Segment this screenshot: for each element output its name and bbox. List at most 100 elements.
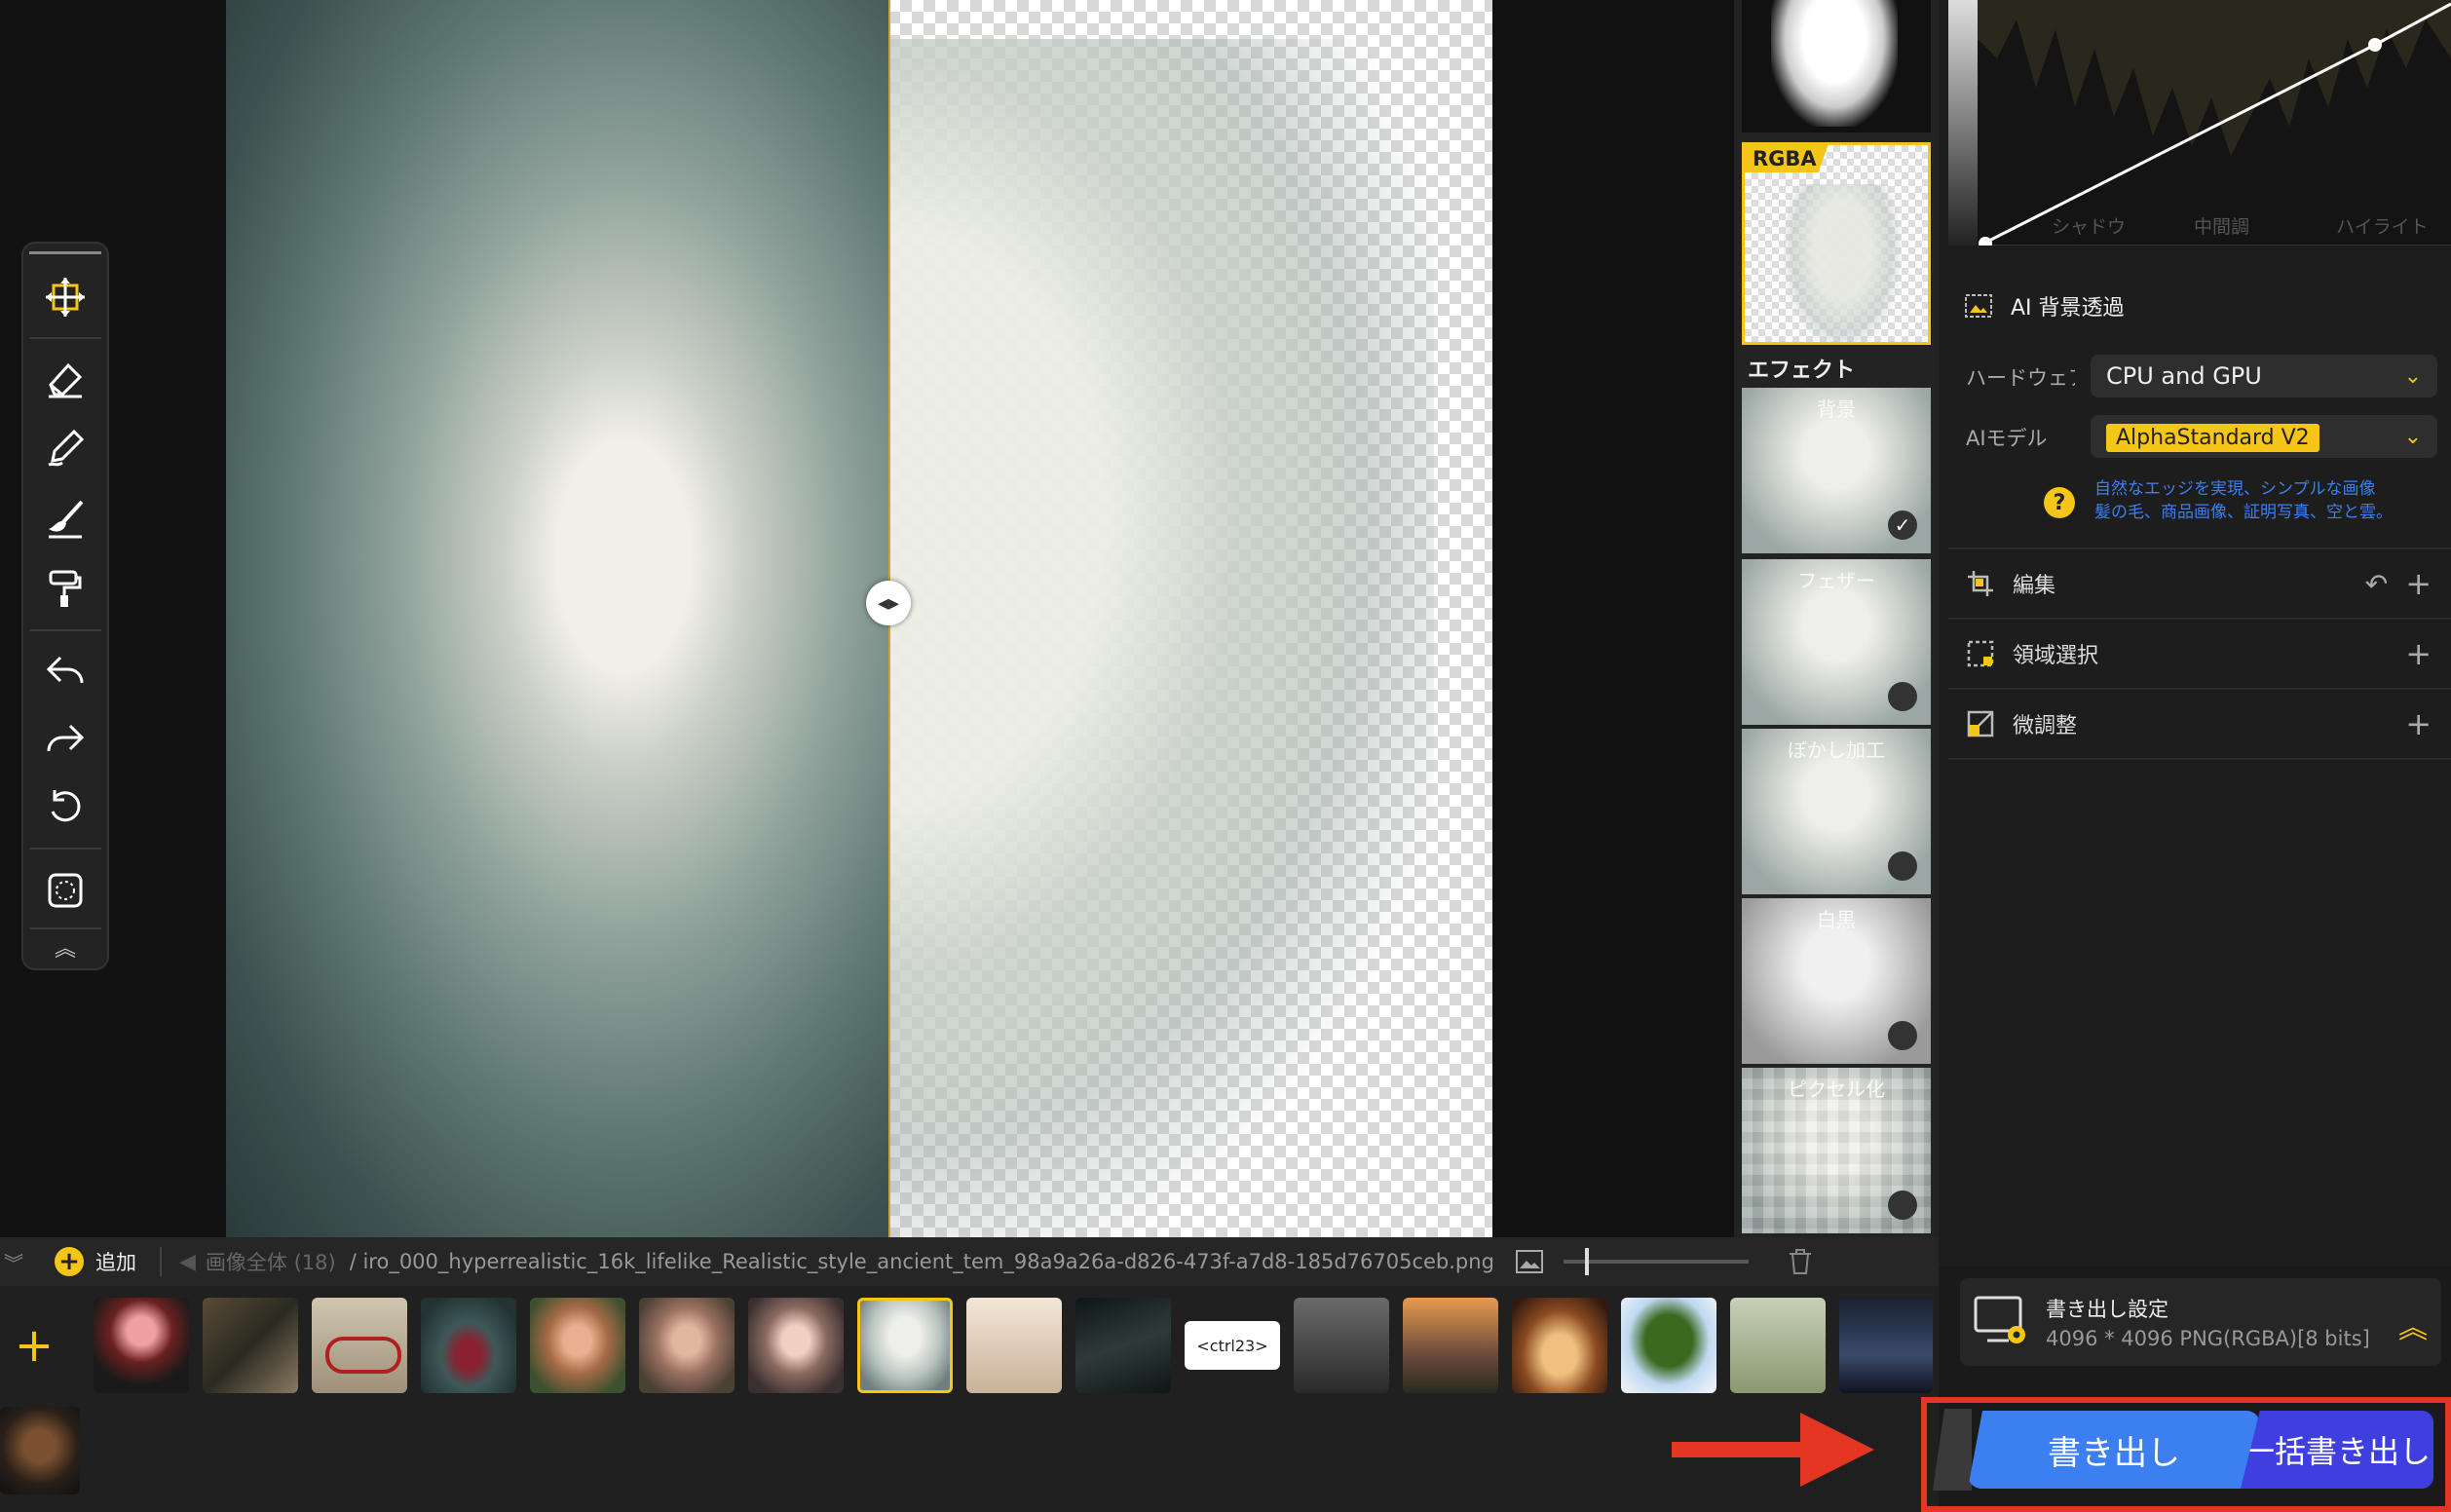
tone-curve-editor[interactable]: シャドウ 中間調 ハイライト	[1948, 0, 2451, 246]
undo-icon[interactable]: ↶	[2365, 568, 2388, 600]
ai-model-select[interactable]: AlphaStandard V2 ⌄	[2091, 415, 2437, 458]
section-region-select[interactable]: 領域選択 +	[1948, 618, 2451, 688]
film-thumb[interactable]	[1621, 1298, 1716, 1393]
collapse-toolbar-button[interactable]: ︽	[23, 929, 107, 964]
export-button-label: 書き出し	[2048, 1433, 2180, 1473]
ctrl-thumb-label: <ctrl23>	[1196, 1336, 1268, 1355]
frame-icon	[48, 873, 83, 908]
effect-label: 背景	[1817, 397, 1856, 421]
filmstrip: + <ctrl23>	[0, 1286, 1939, 1512]
file-path: / iro_000_hyperrealistic_16k_lifelike_Re…	[349, 1250, 1494, 1273]
help-icon[interactable]: ?	[2044, 487, 2075, 518]
rgba-badge: RGBA	[1745, 145, 1829, 172]
section-edit[interactable]: 編集 ↶ +	[1948, 548, 2451, 618]
effects-label: エフェクト	[1748, 359, 1856, 383]
film-thumb[interactable]: <ctrl23>	[1185, 1321, 1280, 1370]
image-preview[interactable]	[226, 0, 1492, 1237]
cutout-figure	[888, 39, 1434, 1237]
double-chevron-up-icon[interactable]: ︽	[2398, 1304, 2428, 1346]
ai-background-section-header[interactable]: AI 背景透過	[1948, 283, 2451, 329]
batch-export-button[interactable]: 一括書き出し	[2241, 1411, 2433, 1489]
double-chevron-up-icon: ︽	[54, 937, 76, 962]
curve-gradient-bar	[1948, 0, 1978, 246]
add-icon[interactable]: +	[2405, 635, 2432, 672]
add-button-label[interactable]: 追加	[95, 1247, 136, 1276]
film-thumb[interactable]	[94, 1298, 189, 1393]
model-hint-line2: 髪の毛、商品画像、証明写真、空と雲。	[2094, 503, 2393, 522]
effect-pixelate[interactable]: ピクセル化	[1742, 1068, 1931, 1233]
effect-feather[interactable]: フェザー	[1742, 559, 1931, 725]
hardware-select[interactable]: CPU and GPU ⌄	[2091, 355, 2437, 397]
paint-roller-tool[interactable]	[23, 559, 107, 618]
reset-icon	[51, 790, 81, 822]
image-size-icon[interactable]	[1515, 1249, 1544, 1274]
smart-brush-tool[interactable]	[23, 489, 107, 548]
curve-label-highlight: ハイライト	[2336, 216, 2429, 238]
compare-handle[interactable]: ◂▸	[866, 581, 911, 625]
film-thumb[interactable]	[748, 1298, 844, 1393]
redo-button[interactable]	[23, 709, 107, 768]
rgba-thumbnail[interactable]: RGBA	[1742, 142, 1931, 345]
curve-label-midtone: 中間調	[2194, 216, 2250, 238]
ai-model-label: AIモデル	[1966, 427, 2048, 450]
export-settings-value: 4096 * 4096 PNG(RGBA)[8 bits]	[2046, 1327, 2370, 1350]
paint-roller-icon	[49, 570, 82, 607]
slider-handle[interactable]	[1584, 1248, 1589, 1275]
export-button[interactable]: 書き出し	[1968, 1411, 2260, 1489]
brush-tool[interactable]	[23, 419, 107, 477]
batch-export-button-label: 一括書き出し	[2243, 1433, 2431, 1470]
section-label: 編集	[2013, 574, 2056, 598]
film-thumb[interactable]	[1730, 1298, 1826, 1393]
check-icon: ✓	[1888, 510, 1917, 540]
export-settings-icon	[1974, 1296, 2025, 1343]
effect-monochrome[interactable]: 白黒	[1742, 898, 1931, 1064]
radio-dot-icon	[1888, 851, 1917, 881]
film-thumb[interactable]	[1403, 1298, 1498, 1393]
film-thumb[interactable]	[421, 1298, 516, 1393]
trash-icon[interactable]	[1788, 1248, 1813, 1275]
film-thumb-selected[interactable]	[857, 1298, 953, 1393]
film-thumb[interactable]	[312, 1298, 407, 1393]
back-arrow-icon[interactable]: ◀	[179, 1250, 196, 1274]
thumb-size-slider[interactable]	[1563, 1248, 1749, 1275]
film-thumb[interactable]	[203, 1298, 298, 1393]
redo-icon	[47, 724, 85, 752]
film-thumb[interactable]	[1294, 1298, 1389, 1393]
mask-thumbnail[interactable]	[1742, 0, 1931, 132]
film-thumb[interactable]	[639, 1298, 735, 1393]
image-count[interactable]: 画像全体 (18)	[206, 1247, 336, 1276]
effect-label: フェザー	[1797, 569, 1875, 592]
reset-button[interactable]	[23, 777, 107, 836]
toolbar-grip[interactable]	[29, 251, 101, 254]
collapse-chevron-icon[interactable]: ︾	[4, 1248, 23, 1276]
film-thumb[interactable]	[530, 1298, 625, 1393]
move-tool[interactable]	[23, 268, 107, 326]
add-icon[interactable]: +	[2405, 565, 2432, 602]
film-thumb[interactable]	[0, 1407, 80, 1494]
ai-background-title: AI 背景透過	[2011, 296, 2125, 321]
move-icon	[46, 278, 85, 317]
effect-background[interactable]: 背景 ✓	[1742, 388, 1931, 553]
adjust-icon	[1967, 710, 1994, 737]
add-image-button[interactable]: +	[0, 1298, 68, 1393]
radio-dot-icon	[1888, 1021, 1917, 1050]
effect-blur[interactable]: ぼかし加工	[1742, 729, 1931, 894]
undo-button[interactable]	[23, 641, 107, 699]
layer-effects-column: RGBA エフェクト 背景 ✓ フェザー ぼかし加工 白黒 ピクセル化	[1734, 0, 1939, 1237]
fit-view-button[interactable]	[23, 861, 107, 920]
hardware-label: ハードウェア	[1966, 366, 2075, 390]
add-icon[interactable]: +	[55, 1247, 84, 1276]
image-cutout-icon	[1965, 294, 1992, 318]
section-fine-tune[interactable]: 微調整 +	[1948, 688, 2451, 760]
export-settings-title: 書き出し設定	[2046, 1298, 2168, 1321]
film-thumb[interactable]	[1512, 1298, 1607, 1393]
add-icon[interactable]: +	[2405, 705, 2432, 742]
eraser-tool[interactable]	[23, 349, 107, 407]
export-settings[interactable]: 書き出し設定 4096 * 4096 PNG(RGBA)[8 bits] ︽	[1960, 1278, 2441, 1366]
film-thumb[interactable]	[966, 1298, 1062, 1393]
image-list-bar: ︾ + 追加 ◀ 画像全体 (18) / iro_000_hyperrealis…	[0, 1237, 1939, 1286]
film-thumb[interactable]	[1075, 1298, 1171, 1393]
radio-dot-icon	[1888, 1191, 1917, 1220]
original-image-half	[226, 0, 888, 1237]
film-thumb[interactable]	[1839, 1298, 1933, 1393]
